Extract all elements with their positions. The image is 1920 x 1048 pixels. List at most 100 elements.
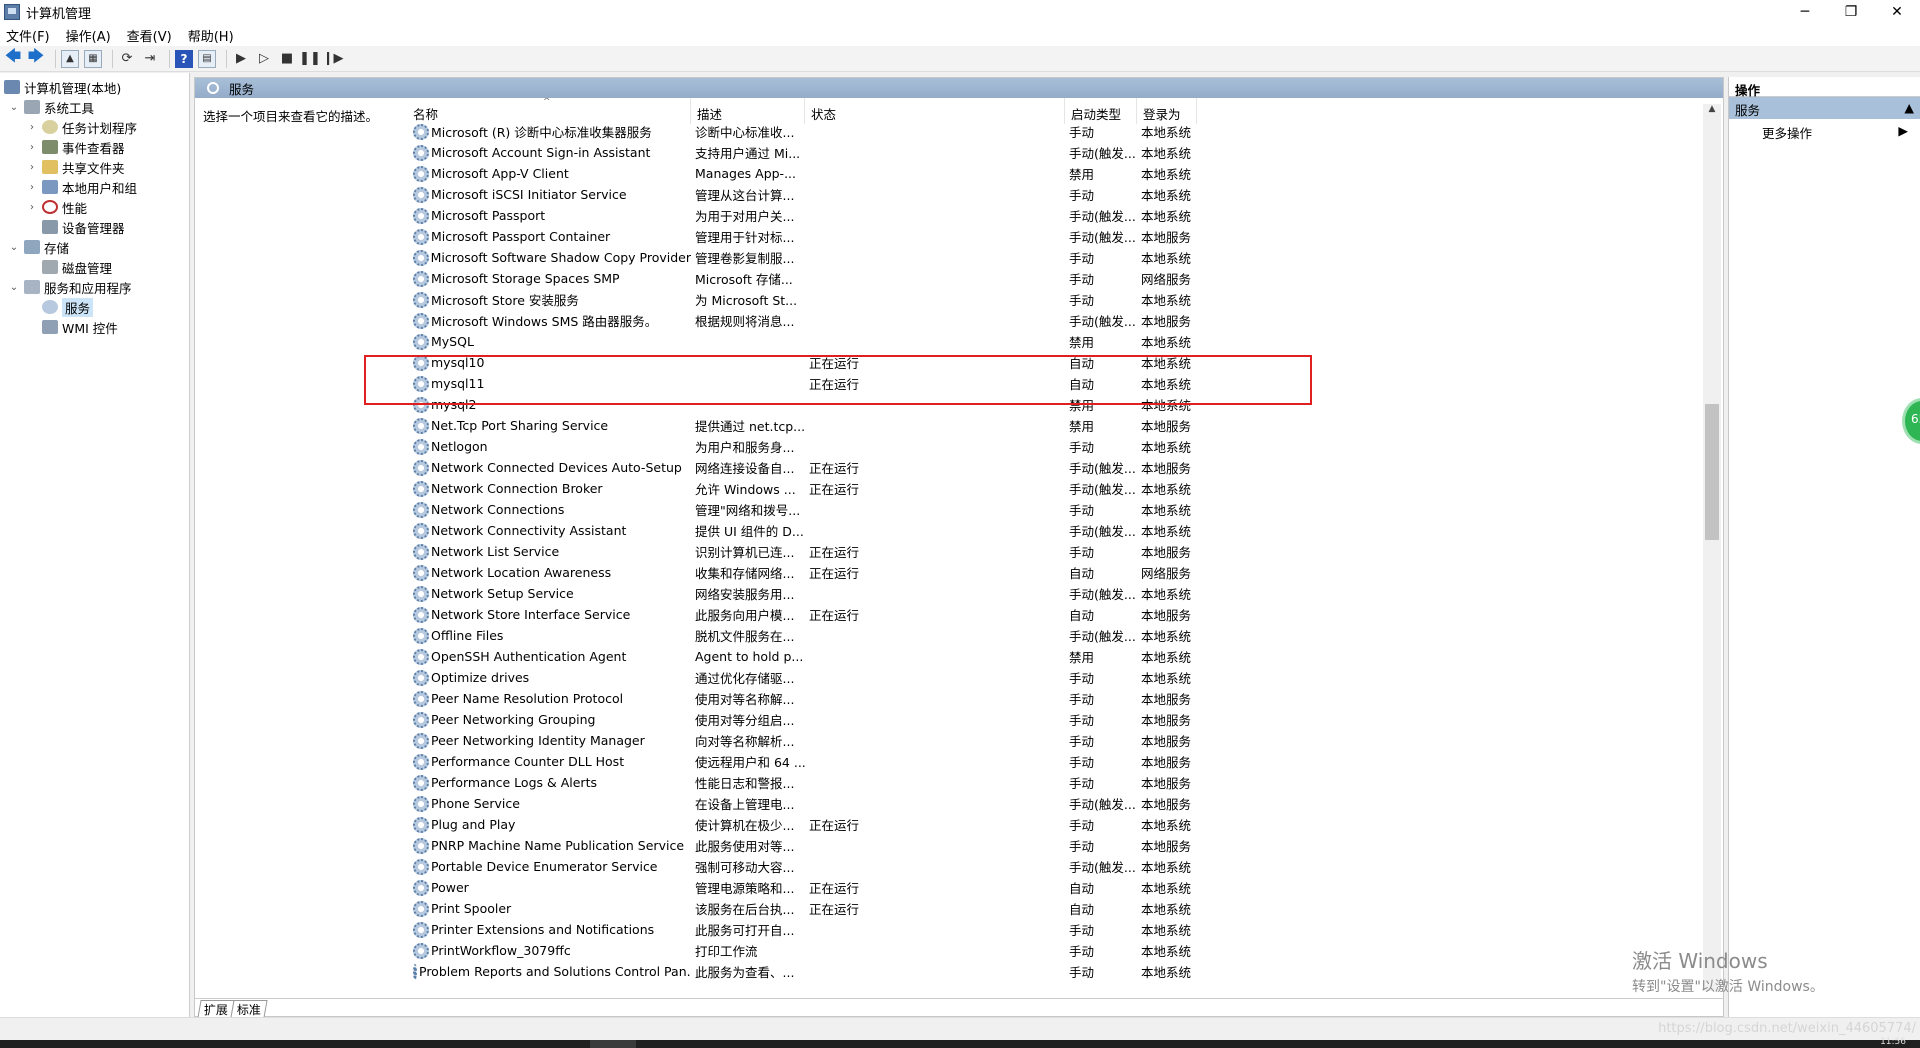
help-icon[interactable]: ? [175,49,193,68]
scroll-up-icon[interactable]: ▲ [1703,104,1721,120]
tree-disk-management[interactable]: 磁盘管理 [42,257,112,277]
service-row[interactable]: Microsoft (R) 诊断中心标准收集器服务 诊断中心标准收... 手动 本地系… [407,121,1703,142]
service-row[interactable]: Power 管理电源策略和... 正在运行 自动 本地系统 [407,877,1703,898]
service-row[interactable]: Printer Extensions and Notifications 此服务可… [407,919,1703,940]
service-row[interactable]: Performance Logs & Alerts 性能日志和警报... 手动 本地服… [407,772,1703,793]
taskbar-active-app[interactable] [590,1040,636,1048]
tree-local-users[interactable]: › 本地用户和组 [26,177,137,197]
collapse-arrow-icon[interactable]: ⌄ [8,282,20,293]
service-row[interactable]: PrintWorkflow_3079ffc 打印工作流 手动 本地系统 [407,940,1703,961]
service-row[interactable]: mysql11 正在运行 自动 本地系统 [407,373,1703,394]
start-service-icon[interactable]: ▶ [232,50,250,68]
tab-extended[interactable]: 扩展 [197,1000,235,1018]
expand-arrow-icon[interactable]: › [26,162,38,173]
service-row[interactable]: Print Spooler 该服务在后台执... 正在运行 自动 本地系统 [407,898,1703,919]
close-button[interactable]: ✕ [1874,0,1920,24]
service-row[interactable]: Network Connected Devices Auto-Setup 网络连接… [407,457,1703,478]
menu-file[interactable]: 文件(F) [6,26,50,45]
properties-icon[interactable]: ▤ [198,49,216,68]
expand-arrow-icon[interactable]: › [26,142,38,153]
service-row[interactable]: Plug and Play 使计算机在极少... 正在运行 手动 本地系统 [407,814,1703,835]
service-row[interactable]: Network Store Interface Service 此服务向用户模..… [407,604,1703,625]
service-logon-cell: 本地服务 [1141,461,1192,476]
service-row[interactable]: MySQL 禁用 本地系统 [407,331,1703,352]
start-service-alt-icon[interactable]: ▷ [255,50,273,68]
minimize-button[interactable]: ─ [1782,0,1828,24]
service-row[interactable]: Network Setup Service 网络安装服务用... 手动(触发... 本… [407,583,1703,604]
refresh-icon[interactable]: ⟳ [118,50,136,68]
service-row[interactable]: Microsoft Passport Container 管理用于针对标... 手动… [407,226,1703,247]
tree-wmi[interactable]: WMI 控件 [42,317,118,337]
expand-arrow-icon[interactable]: › [26,182,38,193]
service-row[interactable]: mysql2 禁用 本地系统 [407,394,1703,415]
service-row[interactable]: Network Location Awareness 收集和存储网络... 正在运行… [407,562,1703,583]
show-hide-tree-icon[interactable]: ▦ [84,49,102,68]
tree-services-apps[interactable]: ⌄ 服务和应用程序 [8,277,132,297]
actions-section-services[interactable]: 服务 ▲ [1729,97,1920,119]
service-gear-icon [413,900,429,917]
collapse-arrow-icon[interactable]: ⌄ [8,242,20,253]
service-row[interactable]: OpenSSH Authentication Agent Agent to hol… [407,646,1703,667]
pause-service-icon[interactable]: ❚❚ [299,50,321,68]
service-row[interactable]: Network Connectivity Assistant 提供 UI 组件的 … [407,520,1703,541]
more-actions-item[interactable]: 更多操作 ▶ [1729,119,1920,141]
service-startup-cell: 自动 [1069,881,1095,896]
back-arrow-icon[interactable]: 🡄 [4,46,22,68]
tab-standard[interactable]: 标准 [230,1000,268,1018]
service-row[interactable]: Microsoft Windows SMS 路由器服务。 根据规则将消息... 手动… [407,310,1703,331]
service-row[interactable]: Microsoft Account Sign-in Assistant 支持用户通… [407,142,1703,163]
tree-shared-folders[interactable]: › 共享文件夹 [26,157,125,177]
service-row[interactable]: Peer Networking Grouping 使用对等分组启... 手动 本地服务 [407,709,1703,730]
service-row[interactable]: Problem Reports and Solutions Control Pa… [407,961,1703,982]
service-row[interactable]: Peer Name Resolution Protocol 使用对等名称解... 手… [407,688,1703,709]
up-folder-icon[interactable]: ▲ [61,49,79,68]
tree-storage[interactable]: ⌄ 存储 [8,237,69,257]
service-row[interactable]: Network Connection Broker 允许 Windows ... 正… [407,478,1703,499]
tree-root[interactable]: 计算机管理(本地) [4,77,121,97]
service-startup-cell: 自动 [1069,356,1095,371]
forward-arrow-icon[interactable]: 🡆 [27,46,45,68]
service-row[interactable]: Netlogon 为用户和服务身... 手动 本地系统 [407,436,1703,457]
tree-services[interactable]: 服务 [42,297,94,317]
service-startup-cell: 手动 [1069,293,1095,308]
export-list-icon[interactable]: ⇥ [141,50,159,68]
collapse-section-icon[interactable]: ▲ [1904,100,1914,116]
service-row[interactable]: Offline Files 脱机文件服务在... 手动(触发... 本地系统 [407,625,1703,646]
service-row[interactable]: Network List Service 识别计算机已连... 正在运行 手动 本地服务 [407,541,1703,562]
menu-action[interactable]: 操作(A) [66,26,111,45]
menu-view[interactable]: 查看(V) [127,26,172,45]
tree-event-viewer[interactable]: › 事件查看器 [26,137,125,157]
restart-service-icon[interactable]: ❙▶ [323,50,344,68]
service-row[interactable]: Network Connections 管理"网络和拨号... 手动 本地系统 [407,499,1703,520]
service-row[interactable]: Microsoft App-V Client Manages App-... 禁用 本… [407,163,1703,184]
service-row[interactable]: Optimize drives 通过优化存储驱... 手动 本地系统 [407,667,1703,688]
menu-help[interactable]: 帮助(H) [188,26,234,45]
service-row[interactable]: Portable Device Enumerator Service 强制可移动大… [407,856,1703,877]
service-row[interactable]: Peer Networking Identity Manager 向对等名称解析.… [407,730,1703,751]
service-row[interactable]: Microsoft Storage Spaces SMP Microsoft 存储… [407,268,1703,289]
tree-device-manager[interactable]: 设备管理器 [42,217,125,237]
tree-performance[interactable]: › 性能 [26,197,87,217]
expand-arrow-icon[interactable]: › [26,122,38,133]
service-row[interactable]: Microsoft Store 安装服务为 Microsoft St... 手动 本… [407,289,1703,310]
service-name-cell: Microsoft Store 安装服务 [407,290,691,309]
service-row[interactable]: Phone Service 在设备上管理电... 手动(触发... 本地服务 [407,793,1703,814]
service-row[interactable]: Microsoft iSCSI Initiator Service 管理从这台计算… [407,184,1703,205]
tree-system-tools[interactable]: ⌄ 系统工具 [8,97,94,117]
vertical-scrollbar[interactable]: ▲ [1703,104,1721,991]
collapse-arrow-icon[interactable]: ⌄ [8,102,20,113]
maximize-button[interactable]: ❐ [1828,0,1874,24]
service-row[interactable]: Net.Tcp Port Sharing Service 提供通过 net.tcp… [407,415,1703,436]
stop-service-icon[interactable]: ■ [278,50,296,68]
service-startup-cell: 手动 [1069,755,1095,770]
service-row[interactable]: Microsoft Passport 为用于对用户关... 手动(触发... 本地系统 [407,205,1703,226]
service-startup-cell: 手动 [1069,125,1095,140]
service-row[interactable]: PNRP Machine Name Publication Service 此服务… [407,835,1703,856]
service-row[interactable]: Microsoft Software Shadow Copy Provider 管… [407,247,1703,268]
service-row[interactable]: Performance Counter DLL Host 使远程用户和 64 ..… [407,751,1703,772]
expand-arrow-icon[interactable]: › [26,202,38,213]
tree-task-scheduler[interactable]: › 任务计划程序 [26,117,137,137]
service-startup-cell: 手动(触发... [1069,461,1136,476]
service-row[interactable]: mysql10 正在运行 自动 本地系统 [407,352,1703,373]
scrollbar-thumb[interactable] [1705,404,1719,540]
